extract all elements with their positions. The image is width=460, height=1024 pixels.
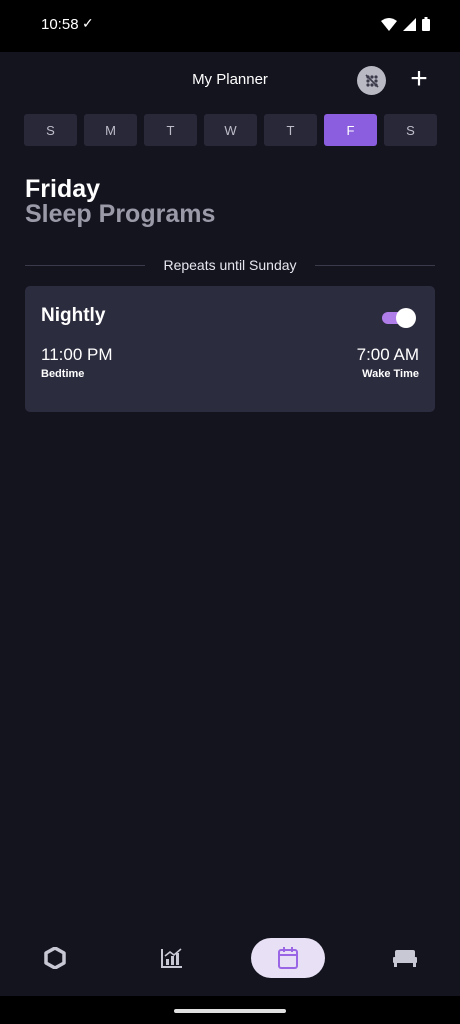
chart-icon: [161, 948, 182, 968]
nav-stats[interactable]: [157, 938, 187, 978]
wake-time-value: 7:00 AM: [356, 345, 419, 364]
section-subtitle: Sleep Programs: [25, 200, 216, 228]
bedtime-value: 11:00 PM: [41, 345, 113, 364]
bedtime-label: Bedtime: [41, 368, 85, 380]
wake-time-label: Wake Time: [362, 368, 419, 380]
day-monday[interactable]: M: [84, 114, 137, 146]
grid-icon: [364, 73, 379, 88]
plus-icon: +: [410, 62, 428, 95]
gesture-bar: [0, 996, 460, 1024]
gesture-handle[interactable]: [174, 1009, 286, 1013]
nav-sleep[interactable]: [390, 938, 420, 978]
status-check-icon: ✓: [82, 15, 94, 31]
nav-planner[interactable]: [251, 938, 325, 978]
wifi-icon: [381, 17, 397, 31]
status-bar: 10:58 ✓: [0, 0, 460, 52]
bed-icon: [393, 950, 417, 967]
toggle-thumb: [396, 308, 416, 328]
avatar-button[interactable]: [357, 66, 386, 95]
add-button[interactable]: +: [406, 64, 432, 94]
day-selector: S M T W T F S: [24, 114, 460, 146]
program-toggle[interactable]: [382, 308, 416, 328]
hexagon-icon: [44, 947, 66, 969]
day-wednesday[interactable]: W: [204, 114, 257, 146]
signal-icon: [403, 17, 416, 31]
page-title: My Planner: [192, 71, 268, 88]
status-icons: [381, 17, 430, 31]
bottom-nav: [0, 930, 460, 988]
nav-home[interactable]: [40, 938, 70, 978]
day-friday[interactable]: F: [324, 114, 377, 146]
calendar-icon: [278, 947, 298, 969]
day-tuesday[interactable]: T: [144, 114, 197, 146]
status-time: 10:58: [41, 16, 79, 33]
divider-right: [315, 265, 435, 266]
screen: 10:58 ✓ My Planner + S M T W T F S Frida…: [0, 0, 460, 1024]
day-sunday[interactable]: S: [24, 114, 77, 146]
battery-icon: [422, 17, 430, 31]
day-saturday[interactable]: S: [384, 114, 437, 146]
day-thursday[interactable]: T: [264, 114, 317, 146]
program-name: Nightly: [41, 305, 106, 326]
sleep-program-card[interactable]: Nightly 11:00 PM Bedtime 7:00 AM Wake Ti…: [25, 286, 435, 412]
